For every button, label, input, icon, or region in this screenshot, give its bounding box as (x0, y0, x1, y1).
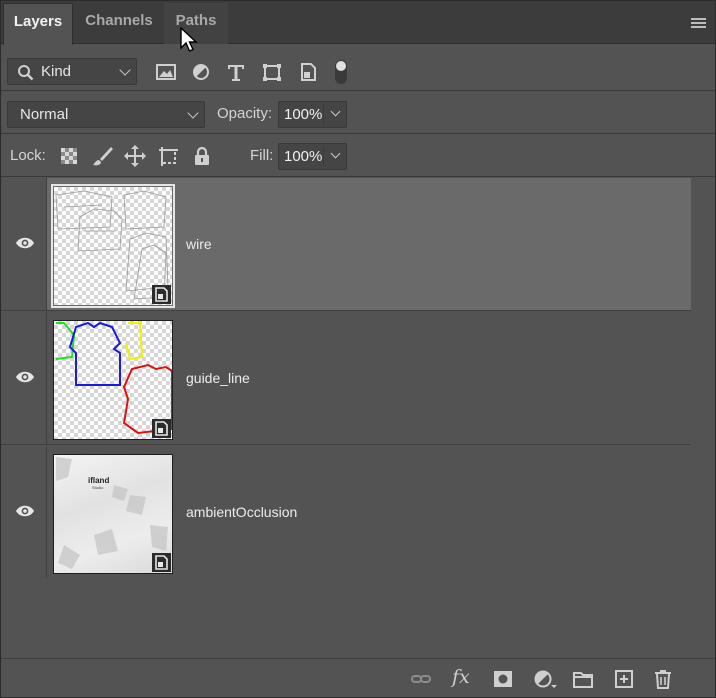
tab-channels[interactable]: Channels (75, 3, 163, 44)
new-adjustment-icon[interactable] (533, 669, 559, 689)
thumb-brand-subtext: Studio (92, 485, 104, 490)
lock-artboard-icon[interactable] (156, 144, 180, 168)
visibility-toggle[interactable] (1, 446, 47, 578)
search-icon (18, 65, 34, 81)
smart-object-badge-icon (152, 553, 171, 572)
layer-name[interactable]: wire (186, 236, 212, 252)
opacity-label: Opacity: (217, 105, 273, 122)
link-layers-icon[interactable] (410, 669, 432, 689)
panel-menu-icon[interactable] (691, 18, 706, 29)
panel-tab-bar: Layers Channels Paths (1, 1, 715, 45)
adjustment-filter-icon[interactable] (189, 59, 213, 85)
add-mask-icon[interactable] (492, 669, 514, 689)
layers-list: wire guide_line ifland Studio ambientOcc… (1, 178, 715, 658)
smart-object-badge-icon (152, 419, 171, 438)
layer-thumbnail[interactable] (53, 320, 173, 440)
mouse-cursor-icon (180, 27, 198, 52)
layer-thumbnail[interactable] (51, 184, 175, 308)
smart-object-filter-icon[interactable] (296, 59, 320, 85)
new-layer-icon[interactable] (613, 669, 635, 689)
delete-layer-icon[interactable] (652, 669, 674, 689)
chevron-down-icon[interactable] (330, 106, 341, 117)
layer-row-wire[interactable]: wire (1, 178, 691, 311)
blend-mode-dropdown[interactable]: Normal (7, 101, 205, 128)
opacity-field[interactable]: 100% (278, 101, 347, 128)
layers-bottom-toolbar: fx (1, 658, 715, 697)
type-filter-icon[interactable] (224, 59, 248, 85)
layers-panel: Layers Channels Paths Kind Normal Opacit… (0, 0, 716, 698)
lock-image-pixels-icon[interactable] (91, 144, 115, 168)
fill-value[interactable]: 100% (284, 148, 322, 165)
chevron-down-icon (119, 63, 131, 76)
opacity-value[interactable]: 100% (284, 106, 322, 123)
layer-name[interactable]: ambientOcclusion (186, 504, 297, 520)
lock-row: Lock: Fill: 100% (1, 135, 715, 177)
layers-scroll-gutter[interactable] (691, 178, 715, 658)
image-filter-icon[interactable] (154, 59, 178, 85)
layer-row-guide-line[interactable]: guide_line (1, 312, 691, 445)
lock-position-icon[interactable] (123, 144, 147, 168)
chevron-down-icon[interactable] (330, 148, 341, 159)
tab-layers[interactable]: Layers (3, 3, 73, 45)
eye-icon[interactable] (15, 504, 35, 518)
visibility-toggle[interactable] (1, 312, 47, 444)
lock-transparent-pixels-icon[interactable] (57, 144, 81, 168)
blend-mode-row: Normal Opacity: 100% (1, 92, 715, 134)
layer-thumbnail[interactable]: ifland Studio (53, 454, 173, 574)
fx-icon[interactable]: fx (452, 666, 470, 688)
chevron-down-icon (187, 106, 199, 119)
shape-filter-icon[interactable] (260, 59, 284, 85)
filter-kind-label: Kind (41, 63, 72, 80)
layer-row-ambient-occlusion[interactable]: ifland Studio ambientOcclusion (1, 446, 691, 579)
new-group-icon[interactable] (572, 669, 594, 689)
visibility-toggle[interactable] (1, 178, 47, 310)
eye-icon[interactable] (15, 236, 35, 250)
filter-kind-dropdown[interactable]: Kind (7, 58, 137, 85)
lock-label: Lock: (10, 147, 46, 164)
thumb-brand-text: ifland (88, 476, 109, 485)
filter-toggle-icon[interactable] (332, 59, 350, 85)
layer-filter-row: Kind (1, 45, 715, 91)
fill-field[interactable]: 100% (278, 143, 347, 170)
layers-list-empty-area[interactable] (1, 578, 691, 658)
eye-icon[interactable] (15, 370, 35, 384)
blend-mode-value: Normal (20, 106, 69, 123)
lock-all-icon[interactable] (190, 144, 214, 168)
layer-name[interactable]: guide_line (186, 370, 250, 386)
fill-label: Fill: (250, 147, 274, 164)
smart-object-badge-icon (152, 285, 171, 304)
